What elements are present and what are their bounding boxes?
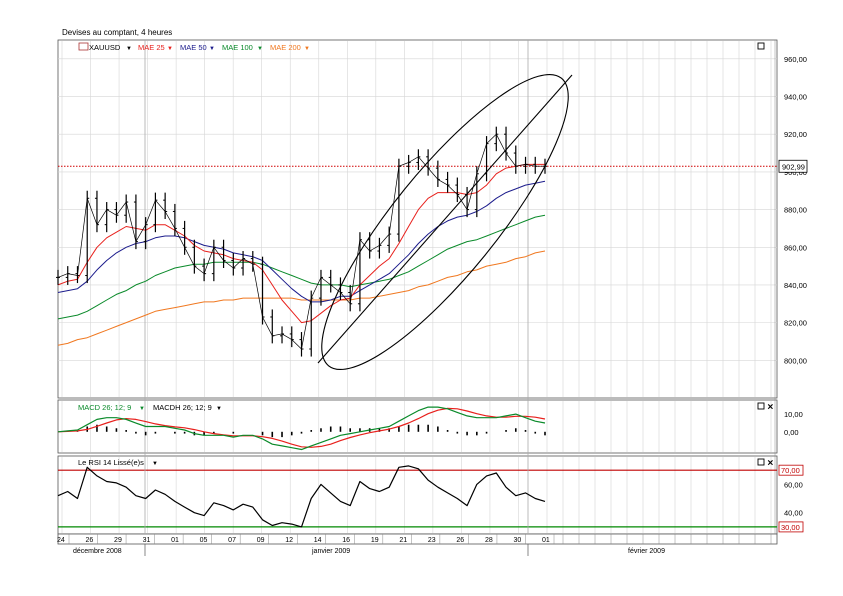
legend-mae100[interactable]: MAE 100	[222, 43, 253, 52]
chart-canvas: 960,00940,00920,00900,00880,00860,00840,…	[56, 39, 808, 556]
chevron-down-icon[interactable]: ▼	[167, 46, 173, 52]
x-day-label: 24	[57, 537, 65, 544]
legend-symbol[interactable]: XAUUSD	[89, 43, 121, 52]
chevron-down-icon[interactable]: ▼	[304, 46, 310, 52]
close-icon[interactable]: ✕	[767, 459, 774, 468]
legend-rsi[interactable]: Le RSI 14 Lissé(e)s	[78, 458, 144, 467]
date-axis	[57, 533, 778, 545]
maximize-icon[interactable]	[757, 458, 765, 466]
y-tick-label: 940,00	[784, 93, 807, 102]
x-day-label: 29	[114, 537, 122, 544]
chevron-down-icon[interactable]: ▼	[216, 406, 222, 412]
x-day-label: 09	[257, 537, 265, 544]
maximize-icon[interactable]	[757, 42, 765, 50]
x-day-label: 26	[86, 537, 94, 544]
legend-mae50[interactable]: MAE 50	[180, 43, 207, 52]
x-day-label: 16	[342, 537, 350, 544]
x-day-label: 28	[485, 537, 493, 544]
current-price-label: 902,99	[782, 162, 805, 171]
y-tick-label: 840,00	[784, 281, 807, 290]
chevron-down-icon[interactable]: ▼	[126, 46, 132, 52]
rsi-upper-label: 70,00	[781, 466, 800, 475]
main-legend: XAUUSD MAE 25 MAE 50 MAE 100 MAE 200 ▼ ▼…	[78, 42, 310, 52]
macd-y-tick-label: 10,00	[784, 410, 803, 419]
x-month-label: janvier 2009	[311, 548, 350, 555]
chevron-down-icon[interactable]: ▼	[152, 461, 158, 467]
symbol-icon	[78, 42, 89, 51]
x-day-label: 14	[314, 537, 322, 544]
legend-macd[interactable]: MACD 26; 12; 9	[78, 403, 131, 412]
y-tick-label: 820,00	[784, 319, 807, 328]
x-day-label: 23	[428, 537, 436, 544]
y-tick-label: 920,00	[784, 130, 807, 139]
legend-mae200[interactable]: MAE 200	[270, 43, 301, 52]
close-icon[interactable]: ✕	[767, 403, 774, 412]
y-tick-label: 860,00	[784, 243, 807, 252]
chevron-down-icon[interactable]: ▼	[257, 46, 263, 52]
x-day-label: 05	[200, 537, 208, 544]
x-day-label: 01	[171, 537, 179, 544]
legend-mae25[interactable]: MAE 25	[138, 43, 165, 52]
rsi-y-tick-label: 40,00	[784, 509, 803, 518]
rsi-lower-label: 30,00	[781, 523, 800, 532]
x-day-label: 19	[371, 537, 379, 544]
y-tick-label: 960,00	[784, 55, 807, 64]
chevron-down-icon[interactable]: ▼	[209, 46, 215, 52]
x-day-label: 01	[542, 537, 550, 544]
x-month-label: février 2009	[628, 548, 665, 555]
x-month-label: décembre 2008	[73, 548, 122, 555]
y-tick-label: 800,00	[784, 356, 807, 365]
maximize-icon[interactable]	[757, 402, 765, 410]
main-panel	[57, 39, 778, 399]
x-day-label: 12	[285, 537, 293, 544]
x-day-label: 31	[143, 537, 151, 544]
x-day-label: 26	[456, 537, 464, 544]
x-day-label: 30	[513, 537, 521, 544]
chevron-down-icon[interactable]: ▼	[139, 406, 145, 412]
macd-y-tick-label: 0,00	[784, 428, 799, 437]
legend-macdh[interactable]: MACDH 26; 12; 9	[153, 403, 212, 412]
y-tick-label: 880,00	[784, 206, 807, 215]
x-day-label: 07	[228, 537, 236, 544]
x-day-label: 21	[399, 537, 407, 544]
rsi-y-tick-label: 60,00	[784, 480, 803, 489]
